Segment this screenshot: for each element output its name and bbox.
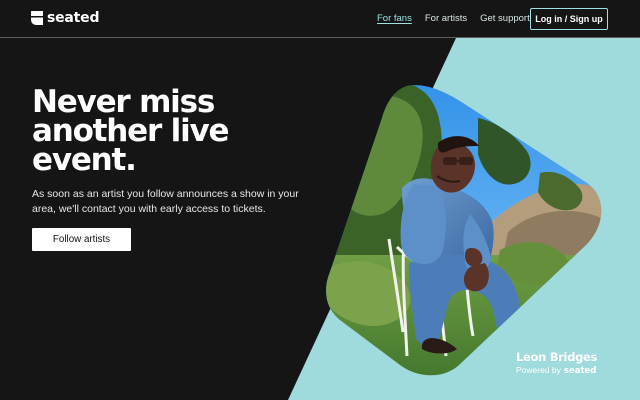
featured-artist-name: Leon Bridges <box>516 350 598 364</box>
hero-headline: Never miss another live event. <box>32 84 230 178</box>
featured-artist-caption: Leon Bridges Powered by seated <box>516 350 636 376</box>
hero-copy: Never miss another live event. As soon a… <box>32 84 332 217</box>
primary-nav: For fans For artists Get support <box>377 13 530 24</box>
nav-link-for-artists[interactable]: For artists <box>425 13 467 24</box>
powered-by-label: Powered by <box>516 365 561 375</box>
nav-link-get-support[interactable]: Get support <box>480 13 530 24</box>
powered-by-brand: seated <box>563 366 597 376</box>
seated-logo-icon <box>31 11 43 25</box>
brand-name: seated <box>47 10 100 26</box>
hero-subtext: As soon as an artist you follow announce… <box>32 188 299 215</box>
nav-link-for-fans[interactable]: For fans <box>377 13 412 24</box>
powered-by-line: Powered by seated <box>516 365 636 376</box>
top-navigation: seated For fans For artists Get support … <box>0 0 640 38</box>
login-signup-button[interactable]: Log in / Sign up <box>530 8 608 30</box>
follow-artists-button[interactable]: Follow artists <box>32 228 131 251</box>
homepage: seated For fans For artists Get support … <box>0 0 640 400</box>
brand-logo[interactable]: seated <box>31 10 99 26</box>
